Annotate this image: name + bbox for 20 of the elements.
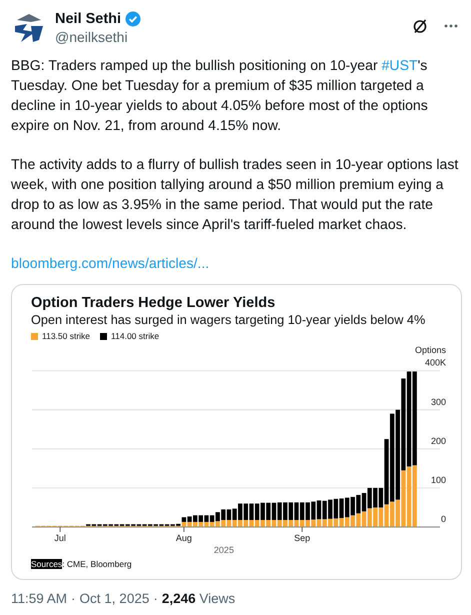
tweet-paragraph: The activity adds to a flurry of bullish trades seen in 10-year options last week, with one position tallying around a $50 million premium eying a drop to as low as 3.95% in the same period. That would put the rate around the lowest levels since April's tariff-fueled market chaos. [11,155,460,234]
separator-dot: · [153,590,158,608]
view-count: 2,246 Views [162,590,236,608]
axis-label: Aug [176,532,192,543]
axis-label: 100 [430,474,446,485]
axis-label: 0 [440,514,446,524]
chart-title: Option Traders Hedge Lower Yields [31,294,276,312]
axis-title: 2025 [214,544,234,555]
legend-label: 113.50 strike [42,330,90,343]
axis-label: 200 [430,436,446,446]
chart-subtitle: Open interest has surged in wagers targeting 10-year yields below 4% [31,312,426,328]
axis-title: Options [414,344,446,355]
axis-label: 400K [424,358,446,368]
axis-label: Jul [54,532,66,543]
legend-label: 114.00 strike [111,330,160,343]
source-note: Sources: CME, Bloomberg [31,558,133,571]
axis-label: 300 [430,396,446,407]
axis-label: Sep [294,532,310,543]
tweet-paragraph: BBG: Traders ramped up the bullish positioning on 10-year #UST's Tuesday. One bet Tuesday for a premium of $35 million targeted a decline in 10-year yields to about 4.05% before most of the options expire on Nov. 21, from around 4.15% now. [11,56,429,135]
separator-dot: · [71,590,76,608]
